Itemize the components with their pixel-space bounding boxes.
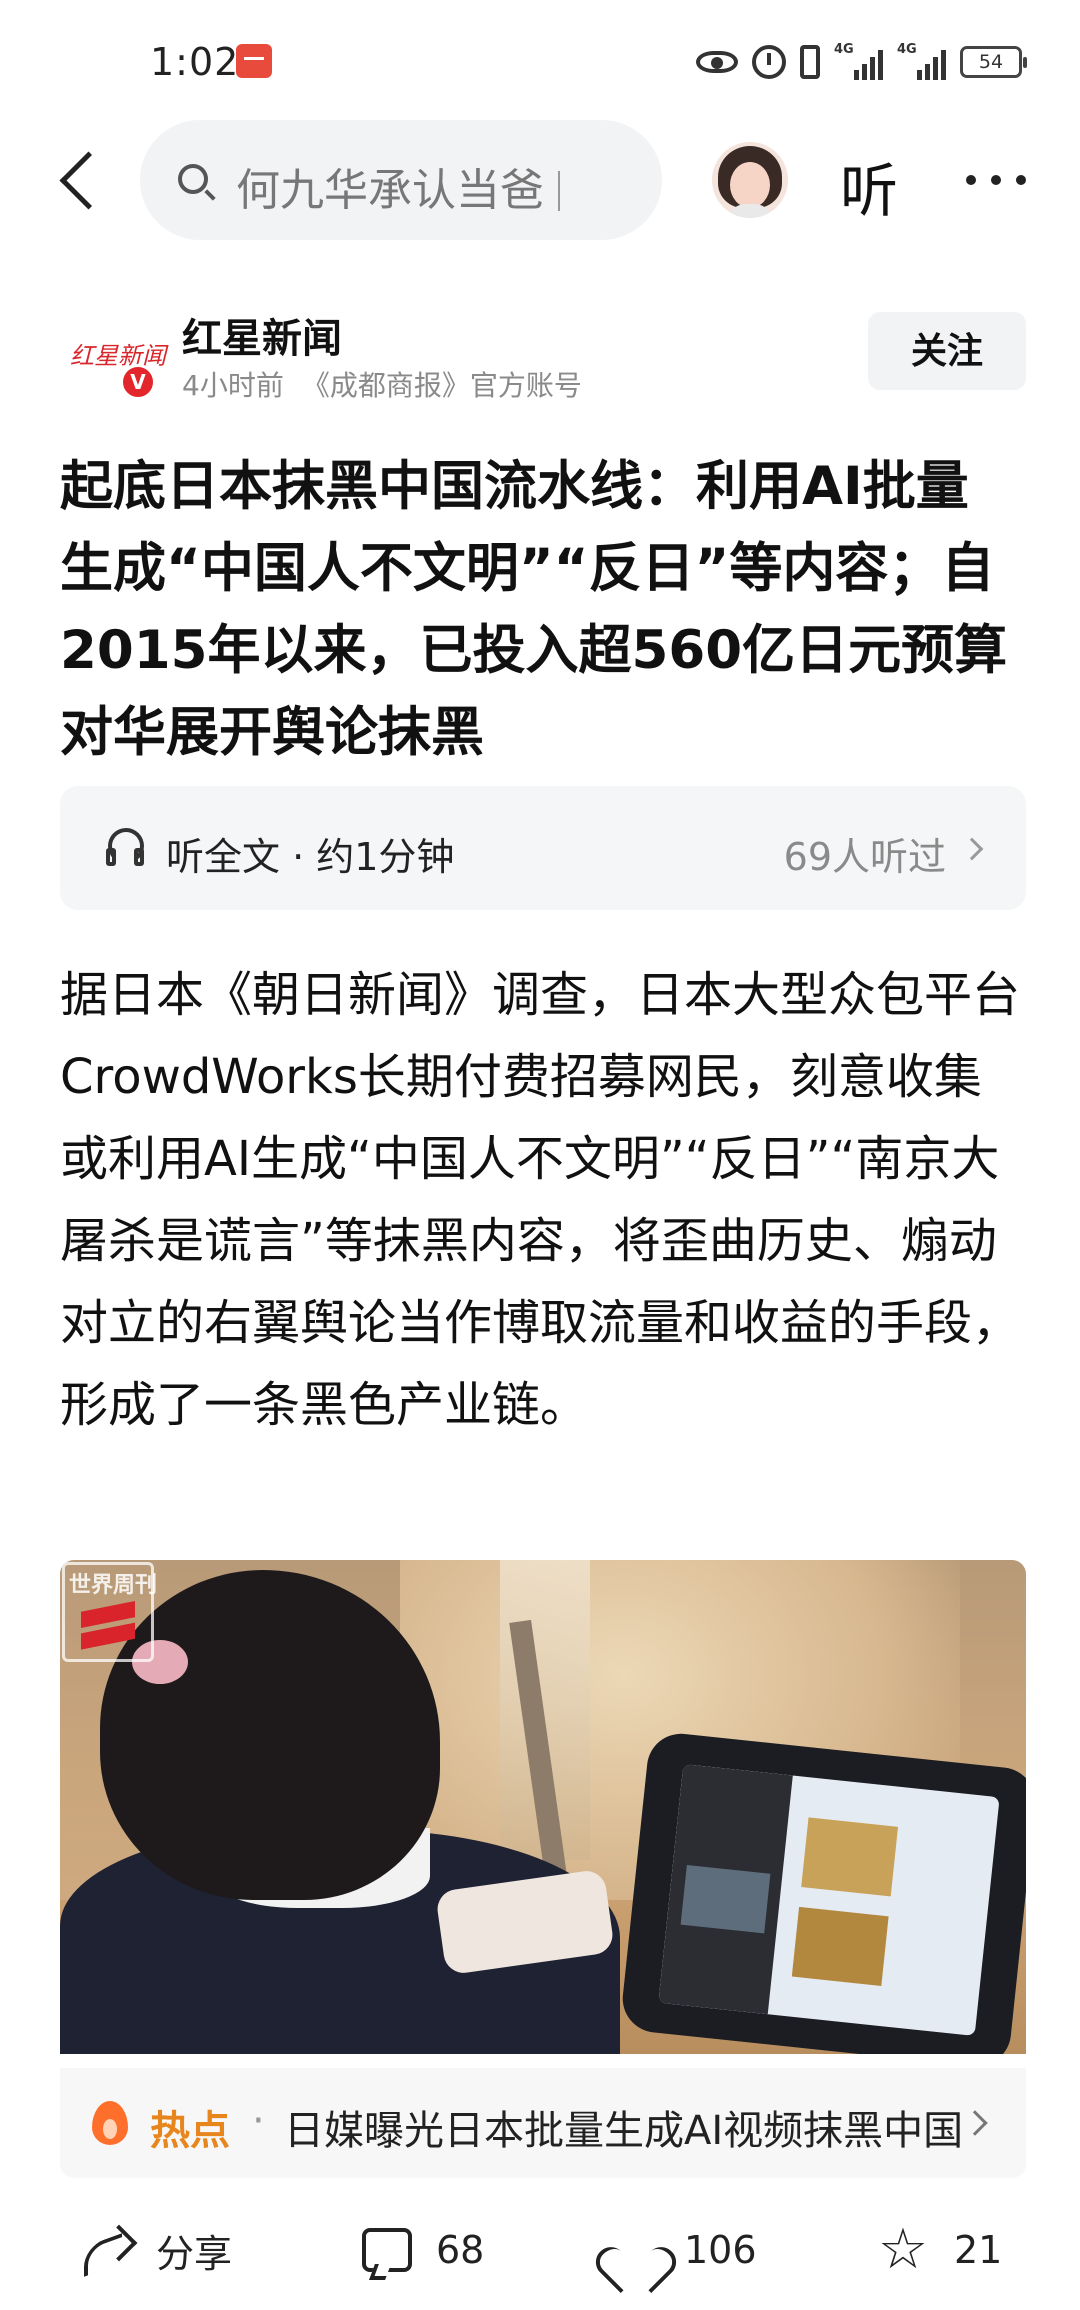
comment-button[interactable]: 68 xyxy=(362,2220,484,2280)
vibrate-icon xyxy=(800,45,820,79)
status-icons: 4G 4G 54 xyxy=(696,42,1027,82)
listen-full-label: 听全文 · 约1分钟 xyxy=(166,835,455,879)
headphone-icon xyxy=(106,828,146,866)
flame-icon xyxy=(92,2101,128,2145)
comment-icon xyxy=(362,2228,412,2272)
notification-app-icon xyxy=(236,44,272,78)
more-icon[interactable] xyxy=(966,175,1026,185)
article-image[interactable]: 世界周刊 xyxy=(60,1560,1026,2054)
verified-badge: V xyxy=(120,364,156,400)
heart-icon xyxy=(608,2226,660,2274)
hot-label: 热点 xyxy=(150,2108,230,2154)
action-bar: 分享 68 106 ☆ 21 xyxy=(0,2200,1080,2310)
publish-time: 4小时前 xyxy=(182,369,284,402)
search-query: 何九华承认当爸 xyxy=(236,154,560,218)
author-logo-text: 红星新闻 xyxy=(70,342,166,370)
listen-button[interactable]: 听 xyxy=(840,144,898,228)
watermark-text: 世界周刊 xyxy=(69,1573,158,1598)
chevron-right-icon xyxy=(962,2110,988,2136)
avatar[interactable] xyxy=(712,142,788,218)
hot-topic-text: 日媒曝光日本批量生成AI视频抹黑中国 xyxy=(284,2108,964,2154)
hot-separator: · xyxy=(252,2098,265,2144)
comment-count: 68 xyxy=(436,2228,485,2272)
article-title: 起底日本抹黑中国流水线：利用AI批量生成“中国人不文明”“反日”等内容；自201… xyxy=(60,456,1008,763)
favorite-button[interactable]: ☆ 21 xyxy=(876,2220,1002,2280)
listen-full-article-bar[interactable]: 听全文 · 约1分钟 69人听过 xyxy=(60,786,1026,910)
follow-button[interactable]: 关注 xyxy=(868,312,1026,390)
article-body: 据日本《朝日新闻》调查，日本大型众包平台CrowdWorks长期付费招募网民，刻… xyxy=(60,967,1021,1433)
favorite-count: 21 xyxy=(954,2228,1003,2272)
like-count: 106 xyxy=(684,2228,757,2272)
author-meta: 4小时前 《成都商报》官方账号 xyxy=(182,364,582,404)
signal-icon-2: 4G xyxy=(897,42,946,80)
tv-watermark: 世界周刊 xyxy=(62,1562,158,1662)
share-button[interactable]: 分享 xyxy=(80,2220,232,2280)
eye-icon xyxy=(696,51,738,73)
star-icon: ☆ xyxy=(877,2217,929,2282)
chevron-right-icon xyxy=(960,837,984,861)
author-source: 《成都商报》官方账号 xyxy=(301,369,582,402)
status-time: 1:02 xyxy=(150,40,240,84)
hot-topic-bar[interactable]: 热点 · 日媒曝光日本批量生成AI视频抹黑中国 xyxy=(60,2068,1026,2178)
search-input[interactable]: 何九华承认当爸 xyxy=(140,120,662,240)
listener-count: 69人听过 xyxy=(783,835,946,879)
author-logo[interactable]: 红星新闻 V xyxy=(62,310,166,400)
signal-icon: 4G xyxy=(834,42,883,80)
search-icon xyxy=(178,164,208,194)
battery-icon: 54 xyxy=(960,46,1027,78)
back-button[interactable] xyxy=(52,146,108,216)
share-icon xyxy=(80,2228,132,2272)
status-bar: 1:02 4G 4G 54 xyxy=(0,0,1080,110)
like-button[interactable]: 106 xyxy=(608,2220,757,2280)
author-name[interactable]: 红星新闻 xyxy=(182,306,342,364)
alarm-icon xyxy=(752,45,786,79)
tablet-in-photo xyxy=(619,1730,1026,2054)
share-label: 分享 xyxy=(156,2231,233,2276)
